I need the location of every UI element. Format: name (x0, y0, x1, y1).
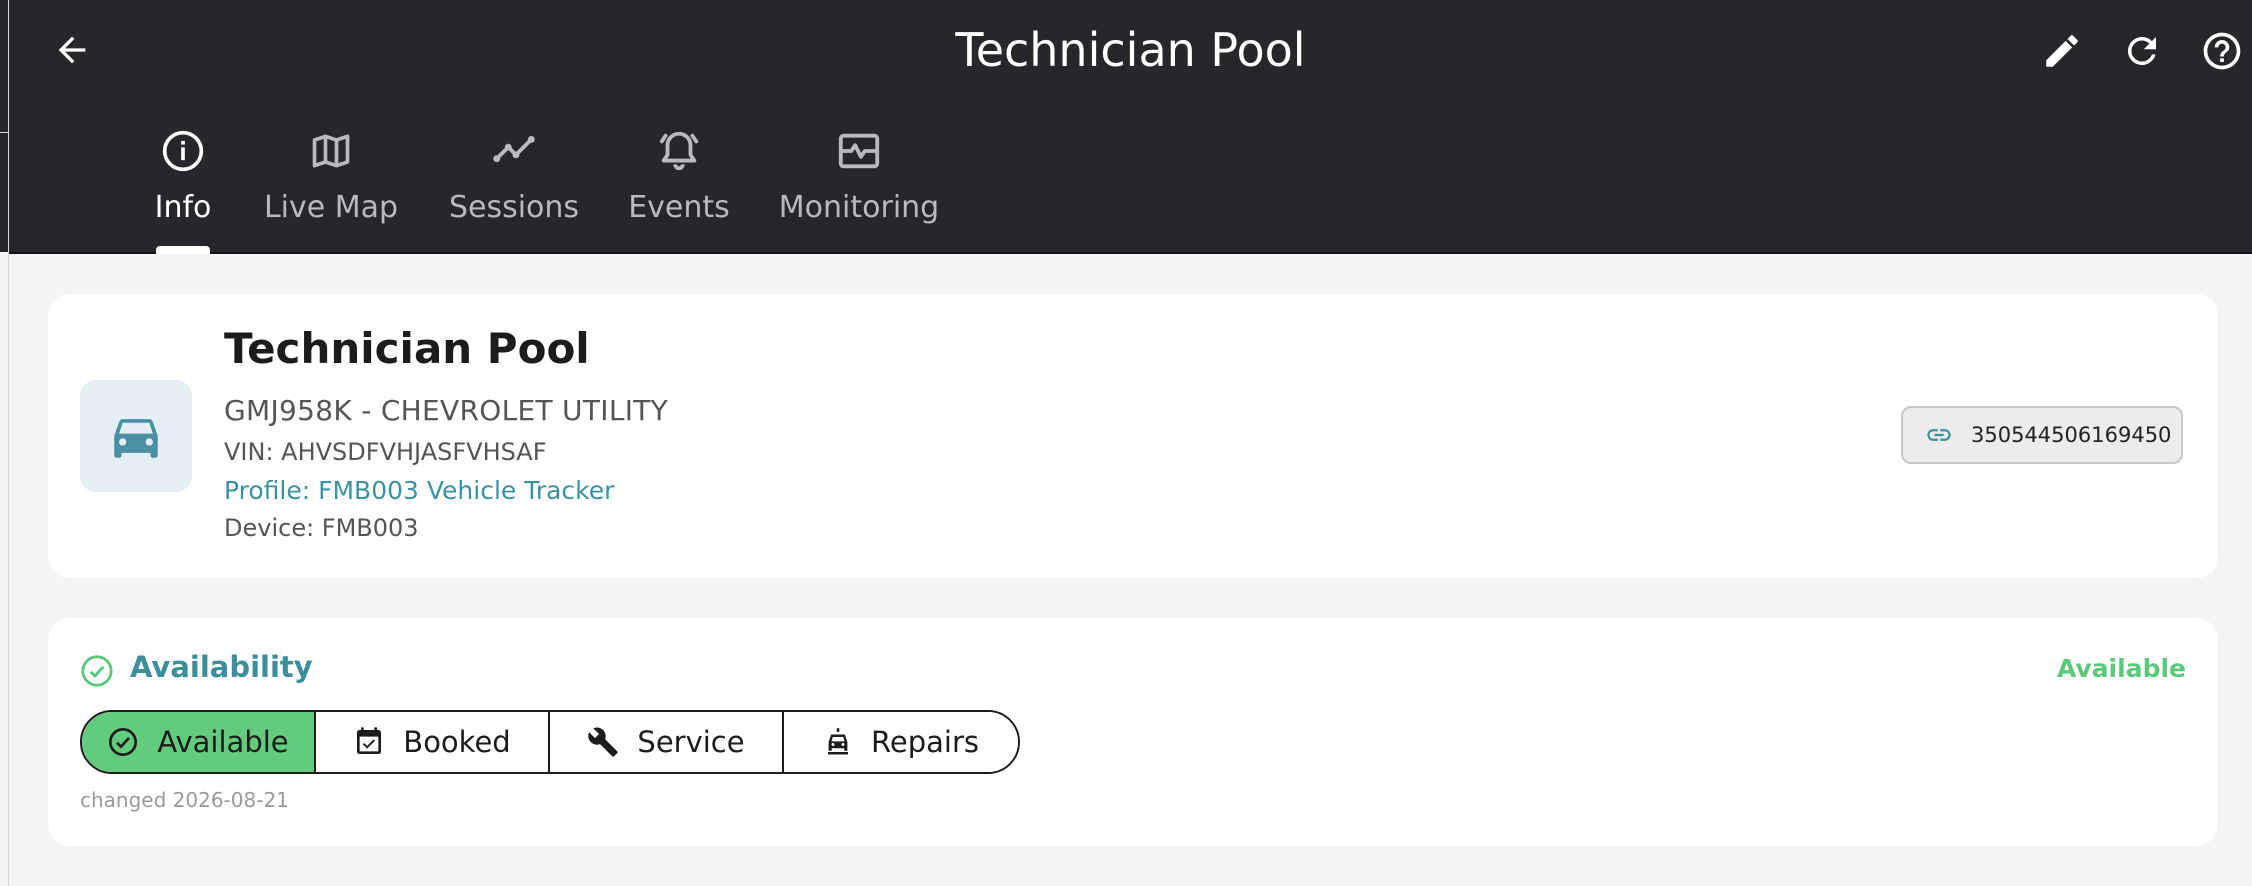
tab-sessions[interactable]: Sessions (449, 120, 579, 252)
tab-sessions-label: Sessions (448, 190, 580, 225)
check-circle-icon (81, 655, 113, 687)
refresh-icon (2127, 36, 2156, 65)
left-edge-dark (0, 0, 8, 252)
availability-option-label: Service (637, 725, 745, 759)
tab-info-label: Info (154, 190, 212, 225)
vehicle-vin: VIN: AHVSDFVHJASFVHSAF (224, 438, 547, 466)
availability-card: Availability Available Available Booked … (48, 618, 2218, 846)
refresh-button[interactable] (2113, 22, 2171, 80)
info-icon (162, 130, 204, 172)
vehicle-profile-link[interactable]: Profile: FMB003 Vehicle Tracker (224, 476, 614, 505)
app-header: Technician Pool Info Live Map Sessions E… (9, 0, 2252, 254)
imei-value: 350544506169450 (1971, 423, 2172, 447)
check-circle-icon (109, 728, 138, 756)
availability-option-repairs[interactable]: Repairs (784, 712, 1018, 772)
tab-monitoring-label: Monitoring (778, 190, 940, 225)
availability-selector: Available Booked Service Repairs (80, 710, 1020, 774)
car-repair-icon (828, 728, 849, 755)
imei-chip[interactable]: 350544506169450 (1901, 406, 2183, 464)
route-icon (493, 136, 535, 163)
vehicle-plate-model: GMJ958K - CHEVROLET UTILITY (224, 394, 669, 427)
tab-monitoring[interactable]: Monitoring (779, 120, 939, 252)
map-icon (312, 134, 350, 168)
bell-icon (659, 131, 699, 171)
monitor-icon (838, 133, 880, 169)
availability-option-service[interactable]: Service (550, 712, 784, 772)
availability-title: Availability (130, 650, 313, 684)
vehicle-avatar (80, 380, 192, 492)
link-icon (1925, 421, 1955, 449)
car-icon (114, 419, 158, 458)
vehicle-info-card: Technician Pool GMJ958K - CHEVROLET UTIL… (48, 294, 2218, 578)
tab-info[interactable]: Info (153, 120, 213, 254)
active-tab-indicator (156, 246, 210, 254)
availability-status: Available (2056, 654, 2186, 683)
tab-events-label: Events (628, 190, 730, 225)
availability-option-label: Repairs (871, 725, 979, 759)
help-button[interactable] (2193, 22, 2251, 80)
left-edge-mark (0, 132, 8, 133)
tab-live-map-label: Live Map (263, 190, 399, 225)
availability-option-label: Booked (403, 725, 511, 759)
availability-option-available[interactable]: Available (82, 712, 316, 772)
edit-button[interactable] (2033, 22, 2091, 80)
help-circle-icon (2203, 32, 2241, 70)
page-title: Technician Pool (955, 23, 1306, 77)
vehicle-device: Device: FMB003 (224, 514, 419, 542)
tab-live-map[interactable]: Live Map (261, 120, 401, 252)
availability-option-booked[interactable]: Booked (316, 712, 550, 772)
vehicle-name: Technician Pool (224, 324, 590, 373)
pencil-icon (2046, 35, 2078, 67)
calendar-check-icon (357, 727, 382, 754)
availability-option-label: Available (157, 725, 289, 759)
tab-events[interactable]: Events (628, 120, 730, 252)
wrench-icon (588, 727, 619, 757)
availability-changed-date: changed 2026-08-21 (80, 788, 289, 812)
